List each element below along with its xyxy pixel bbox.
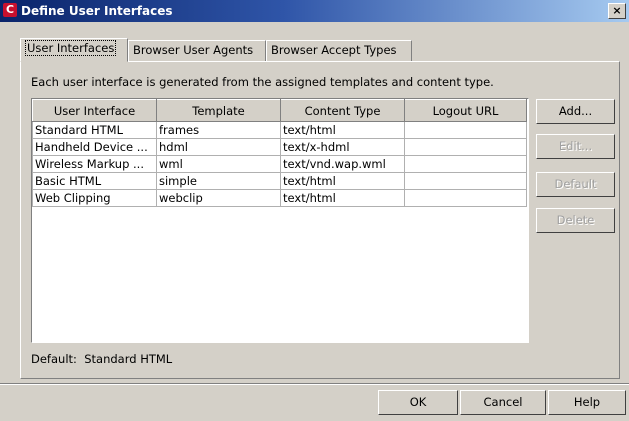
tab-browser-accept-types-label: Browser Accept Types xyxy=(271,43,397,57)
tab-browser-user-agents-label: Browser User Agents xyxy=(133,43,254,57)
cell-user-interface: Web Clipping xyxy=(32,189,157,207)
help-button-label: Help xyxy=(573,395,601,409)
footer-separator xyxy=(0,383,629,385)
default-value: Standard HTML xyxy=(84,352,173,366)
close-button[interactable]: × xyxy=(608,3,626,19)
ok-button[interactable]: OK xyxy=(378,390,458,415)
title-bar: C Define User Interfaces × xyxy=(0,0,629,22)
tab-user-interfaces[interactable]: User Interfaces xyxy=(20,38,128,62)
default-button-label: Default xyxy=(554,177,597,191)
table-row[interactable]: Wireless Markup ... wml text/vnd.wap.wml xyxy=(32,155,527,173)
table-header-row: User Interface Template Content Type Log… xyxy=(32,99,527,122)
table-row[interactable]: Handheld Device ... hdml text/x-hdml xyxy=(32,138,527,156)
delete-button-label: Delete xyxy=(556,213,595,227)
cell-content-type: text/vnd.wap.wml xyxy=(280,155,405,173)
tab-browser-accept-types[interactable]: Browser Accept Types xyxy=(266,40,412,61)
cancel-button[interactable]: Cancel xyxy=(460,390,546,415)
cell-content-type: text/html xyxy=(280,172,405,190)
default-button[interactable]: Default xyxy=(536,172,615,197)
default-interface-row: Default: Standard HTML xyxy=(31,352,172,366)
cancel-button-label: Cancel xyxy=(483,395,523,409)
ok-button-label: OK xyxy=(409,395,427,409)
help-button[interactable]: Help xyxy=(548,390,626,415)
cell-logout-url xyxy=(404,172,527,190)
cell-content-type: text/x-hdml xyxy=(280,138,405,156)
tab-user-interfaces-label: User Interfaces xyxy=(25,40,117,56)
cell-logout-url xyxy=(404,138,527,156)
cell-content-type: text/html xyxy=(280,121,405,139)
column-header-template[interactable]: Template xyxy=(156,99,281,122)
column-header-user-interface[interactable]: User Interface xyxy=(32,99,157,122)
table-row[interactable]: Web Clipping webclip text/html xyxy=(32,189,527,207)
cell-user-interface: Basic HTML xyxy=(32,172,157,190)
cell-template: webclip xyxy=(156,189,281,207)
cell-template: hdml xyxy=(156,138,281,156)
cell-logout-url xyxy=(404,121,527,139)
column-header-content-type[interactable]: Content Type xyxy=(280,99,405,122)
column-header-logout-url[interactable]: Logout URL xyxy=(404,99,527,122)
cell-logout-url xyxy=(404,155,527,173)
delete-button[interactable]: Delete xyxy=(536,208,615,233)
user-interfaces-table[interactable]: User Interface Template Content Type Log… xyxy=(31,98,529,343)
cell-user-interface: Handheld Device ... xyxy=(32,138,157,156)
tab-browser-user-agents[interactable]: Browser User Agents xyxy=(128,40,266,61)
table-row[interactable]: Standard HTML frames text/html xyxy=(32,121,527,139)
add-button[interactable]: Add... xyxy=(536,99,615,124)
edit-button[interactable]: Edit... xyxy=(536,134,615,159)
cell-content-type: text/html xyxy=(280,189,405,207)
cell-user-interface: Standard HTML xyxy=(32,121,157,139)
window-title: Define User Interfaces xyxy=(21,4,173,18)
table-row[interactable]: Basic HTML simple text/html xyxy=(32,172,527,190)
cell-logout-url xyxy=(404,189,527,207)
app-logo-icon: C xyxy=(3,3,17,17)
default-label: Default: xyxy=(31,352,77,366)
add-button-label: Add... xyxy=(558,104,593,118)
cell-template: frames xyxy=(156,121,281,139)
cell-template: wml xyxy=(156,155,281,173)
cell-template: simple xyxy=(156,172,281,190)
cell-user-interface: Wireless Markup ... xyxy=(32,155,157,173)
edit-button-label: Edit... xyxy=(558,139,593,153)
description-text: Each user interface is generated from th… xyxy=(31,75,494,89)
